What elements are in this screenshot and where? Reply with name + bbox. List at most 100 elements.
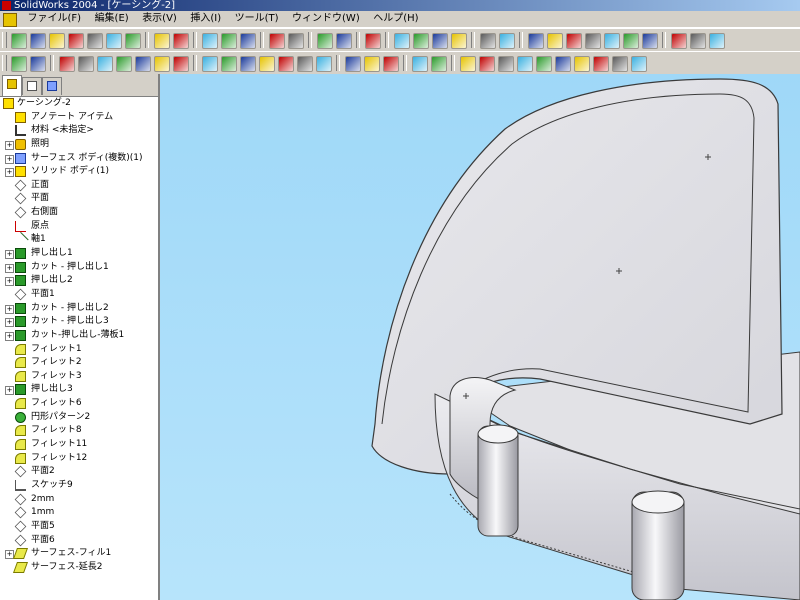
- expand-toggle-icon[interactable]: +: [5, 250, 14, 260]
- feature-tree-item[interactable]: + 押し出し1: [0, 247, 158, 261]
- feature-tree-item[interactable]: 軸1: [0, 232, 158, 249]
- surface-sweep-icon[interactable]: [498, 56, 514, 72]
- expand-toggle-icon[interactable]: +: [5, 168, 14, 178]
- expand-toggle-icon[interactable]: +: [5, 140, 14, 150]
- sketch-icon[interactable]: [221, 33, 237, 49]
- graphics-viewport[interactable]: [160, 74, 800, 600]
- property-manager-tab[interactable]: [22, 77, 42, 95]
- extend-surface-icon[interactable]: [574, 56, 590, 72]
- feature-tree-item[interactable]: 平面5: [0, 520, 158, 534]
- rib-icon[interactable]: [154, 56, 170, 72]
- expand-toggle-icon[interactable]: +: [5, 154, 14, 164]
- curve-icon[interactable]: [412, 56, 428, 72]
- feature-tree-item[interactable]: + 押し出し2: [0, 274, 158, 288]
- configuration-manager-tab[interactable]: [42, 77, 62, 95]
- expand-toggle-icon[interactable]: +: [5, 277, 14, 287]
- feature-tree-item[interactable]: フィレット11: [0, 438, 158, 452]
- trim-surface-icon[interactable]: [593, 56, 609, 72]
- expand-toggle-icon[interactable]: +: [5, 263, 14, 273]
- mirror-icon[interactable]: [383, 56, 399, 72]
- feature-tree-item[interactable]: 平面: [0, 192, 158, 206]
- feature-tree-item[interactable]: + カット - 押し出し3: [0, 315, 158, 329]
- cut-extrude-icon[interactable]: [202, 56, 218, 72]
- fill-surface-icon[interactable]: [555, 56, 571, 72]
- undo-icon[interactable]: [154, 33, 170, 49]
- zoom-select-icon[interactable]: [642, 33, 658, 49]
- menu-file[interactable]: ファイル(F): [23, 11, 87, 27]
- menu-view[interactable]: 表示(V): [137, 11, 182, 27]
- chamfer-icon[interactable]: [316, 56, 332, 72]
- planar-surface-icon[interactable]: [631, 56, 647, 72]
- zoom-in-icon[interactable]: [566, 33, 582, 49]
- move-icon[interactable]: [480, 33, 496, 49]
- feature-tree-item[interactable]: + サーフェス ボディ(複数)(1): [0, 152, 158, 166]
- feature-tree-root[interactable]: ケーシング-2: [0, 97, 158, 111]
- sketch-line-icon[interactable]: [30, 56, 46, 72]
- feature-tree-item[interactable]: フィレット6: [0, 397, 158, 411]
- feature-tree-item[interactable]: + カット-押し出し-薄板1: [0, 329, 158, 343]
- zoom-out-icon[interactable]: [585, 33, 601, 49]
- surface-extrude-icon[interactable]: [460, 56, 476, 72]
- sketch-mode-icon[interactable]: [11, 56, 27, 72]
- feature-tree-item[interactable]: フィレット3: [0, 370, 158, 384]
- window-title-bar[interactable]: SolidWorks 2004 - [ケーシング-2]: [0, 0, 800, 11]
- feature-tree-item[interactable]: 原点: [0, 220, 158, 234]
- toolbar-grip[interactable]: [2, 55, 7, 71]
- print-icon[interactable]: [106, 33, 122, 49]
- expand-toggle-icon[interactable]: +: [5, 318, 14, 328]
- view-orient-icon[interactable]: [671, 33, 687, 49]
- hidden-lines-icon[interactable]: [690, 33, 706, 49]
- knit-icon[interactable]: [612, 56, 628, 72]
- revolve-icon[interactable]: [78, 56, 94, 72]
- rotate-icon[interactable]: [499, 33, 515, 49]
- smart-dimension-icon[interactable]: [240, 33, 256, 49]
- feature-tree-item[interactable]: 平面2: [0, 465, 158, 479]
- expand-toggle-icon[interactable]: +: [5, 304, 14, 314]
- open-icon[interactable]: [30, 33, 46, 49]
- feature-tree-item[interactable]: 右側面: [0, 206, 158, 220]
- cut-revolve-icon[interactable]: [221, 56, 237, 72]
- feature-tree-item[interactable]: アノテート アイテム: [0, 111, 158, 125]
- verify-icon[interactable]: [336, 33, 352, 49]
- fillet-icon[interactable]: [297, 56, 313, 72]
- offset-surface-icon[interactable]: [536, 56, 552, 72]
- loft-icon[interactable]: [116, 56, 132, 72]
- draft-icon[interactable]: [173, 56, 189, 72]
- feature-tree-item[interactable]: 材料 <未指定>: [0, 124, 158, 138]
- sweep-icon[interactable]: [97, 56, 113, 72]
- print-preview-icon[interactable]: [125, 33, 141, 49]
- expand-toggle-icon[interactable]: +: [5, 386, 14, 396]
- new-icon[interactable]: [11, 33, 27, 49]
- feature-tree-item[interactable]: + カット - 押し出し2: [0, 302, 158, 316]
- feature-tree-item[interactable]: + サーフェス-フィル1: [0, 547, 158, 561]
- rebuild-icon[interactable]: [87, 33, 103, 49]
- feature-tree-item[interactable]: フィレット8: [0, 424, 158, 438]
- select-icon[interactable]: [202, 33, 218, 49]
- menu-tools[interactable]: ツール(T): [230, 11, 284, 27]
- feature-tree-item[interactable]: 1mm: [0, 506, 158, 520]
- circular-pattern-icon[interactable]: [364, 56, 380, 72]
- reference-geometry-icon[interactable]: [431, 56, 447, 72]
- feature-tree-item[interactable]: 平面6: [0, 534, 158, 548]
- feature-tree-item[interactable]: 円形パターン2: [0, 411, 158, 425]
- shell-icon[interactable]: [135, 56, 151, 72]
- casing-3d-model[interactable]: [160, 74, 800, 600]
- feature-tree-item[interactable]: + カット - 押し出し1: [0, 261, 158, 275]
- menu-window[interactable]: ウィンドウ(W): [287, 11, 365, 27]
- surface-loft-icon[interactable]: [517, 56, 533, 72]
- surface-revolve-icon[interactable]: [479, 56, 495, 72]
- feature-tree-item[interactable]: スケッチ9: [0, 479, 158, 493]
- feature-tree-item[interactable]: + 照明: [0, 138, 158, 152]
- table-icon[interactable]: [288, 33, 304, 49]
- feature-tree-item[interactable]: + ソリッド ボディ(1): [0, 165, 158, 179]
- feature-tree-item[interactable]: フィレット12: [0, 452, 158, 466]
- feature-tree-item[interactable]: フィレット2: [0, 356, 158, 370]
- hole-icon[interactable]: [278, 56, 294, 72]
- feature-tree-item[interactable]: サーフェス-延長2: [0, 561, 158, 575]
- cut-loft-icon[interactable]: [259, 56, 275, 72]
- linear-pattern-icon[interactable]: [345, 56, 361, 72]
- toolbar-grip[interactable]: [2, 32, 7, 48]
- relations-icon[interactable]: [317, 33, 333, 49]
- feature-tree-item[interactable]: 2mm: [0, 493, 158, 507]
- assembly-icon[interactable]: [394, 33, 410, 49]
